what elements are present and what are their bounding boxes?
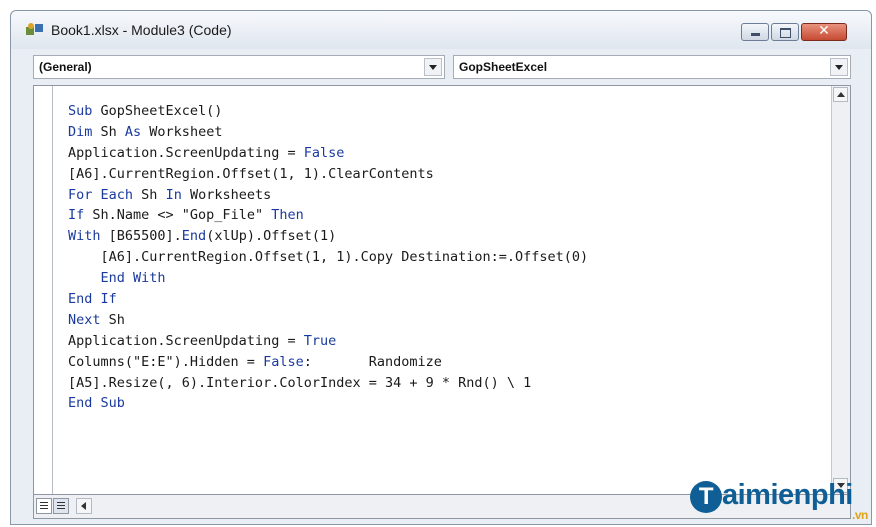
code-line[interactable]: For Each Sh In Worksheets <box>68 185 588 206</box>
code-line[interactable]: Columns("E:E").Hidden = False: Randomize <box>68 352 588 373</box>
code-line[interactable]: Application.ScreenUpdating = True <box>68 331 588 352</box>
code-editor[interactable]: Sub GopSheetExcel() Dim Sh As Worksheet Ap… <box>33 85 851 495</box>
title-bar[interactable]: Book1.xlsx - Module3 (Code) ✕ <box>11 11 871 49</box>
watermark-letter: T <box>690 481 722 513</box>
vba-code-window: Book1.xlsx - Module3 (Code) ✕ (General) … <box>10 10 872 525</box>
watermark-suffix: .vn <box>852 508 868 522</box>
close-icon: ✕ <box>818 23 830 39</box>
object-dropdown-value: (General) <box>39 60 92 74</box>
object-dropdown[interactable]: (General) <box>33 55 445 79</box>
margin-indicator-bar[interactable] <box>34 86 53 494</box>
chevron-down-icon[interactable] <box>830 58 848 76</box>
code-line[interactable]: End Sub <box>68 393 588 414</box>
maximize-button[interactable] <box>771 23 799 41</box>
window-title: Book1.xlsx - Module3 (Code) <box>51 22 232 38</box>
procedure-view-icon[interactable] <box>36 498 52 514</box>
procedure-dropdown[interactable]: GopSheetExcel <box>453 55 851 79</box>
code-line[interactable]: Dim Sh As Worksheet <box>68 122 588 143</box>
code-line[interactable]: End If <box>68 289 588 310</box>
code-line[interactable]: [A6].CurrentRegion.Offset(1, 1).Copy Des… <box>68 247 589 268</box>
chevron-down-icon[interactable] <box>424 58 442 76</box>
code-line[interactable]: If Sh.Name <> "Gop_File" Then <box>68 205 588 226</box>
arrow-left-icon[interactable] <box>76 498 92 514</box>
full-module-view-icon[interactable] <box>53 498 69 514</box>
arrow-up-icon[interactable] <box>833 87 848 102</box>
watermark-name: aimienphi <box>722 479 853 511</box>
code-line[interactable]: Sub GopSheetExcel() <box>68 101 588 122</box>
close-button[interactable]: ✕ <box>801 23 847 41</box>
code-line[interactable]: With [B65500].End(xlUp).Offset(1) <box>68 226 588 247</box>
code-line[interactable]: Next Sh <box>68 310 588 331</box>
procedure-dropdown-value: GopSheetExcel <box>459 60 548 74</box>
vba-module-icon <box>26 23 43 35</box>
code-line[interactable]: [A6].CurrentRegion.Offset(1, 1).ClearCon… <box>68 164 588 185</box>
watermark-logo: Taimienphi .vn <box>690 478 868 522</box>
code-line[interactable]: [A5].Resize(, 6).Interior.ColorIndex = 3… <box>68 373 588 394</box>
code-line[interactable]: Application.ScreenUpdating = False <box>68 143 588 164</box>
code-area[interactable]: Sub GopSheetExcel() Dim Sh As Worksheet Ap… <box>68 101 588 414</box>
code-line[interactable]: End With <box>68 268 588 289</box>
minimize-button[interactable] <box>741 23 769 41</box>
vertical-scrollbar[interactable] <box>831 86 850 494</box>
